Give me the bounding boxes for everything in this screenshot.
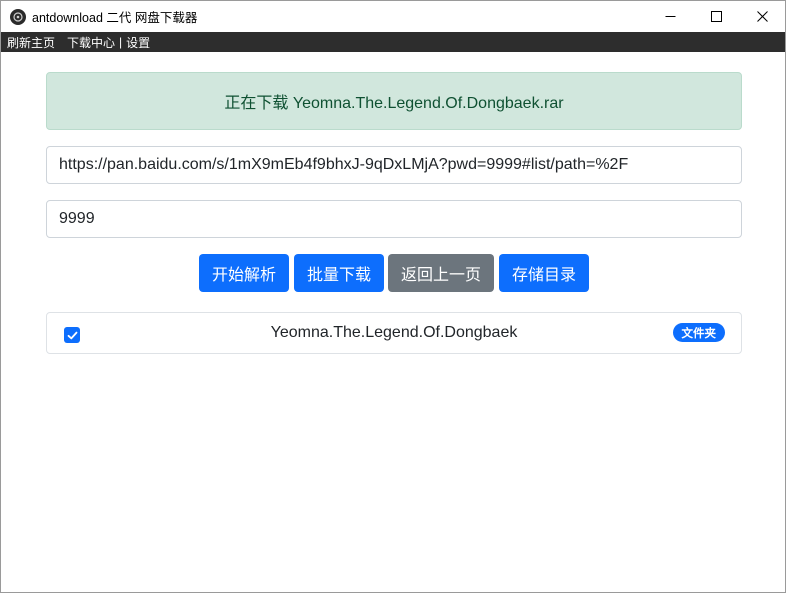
maximize-icon bbox=[710, 11, 722, 22]
app-logo-icon bbox=[10, 8, 26, 25]
minimize-button[interactable] bbox=[647, 1, 693, 32]
start-parse-button[interactable]: 开始解析 bbox=[199, 254, 289, 292]
file-name: Yeomna.The.Legend.Of.Dongbaek bbox=[270, 324, 518, 341]
checkmark-icon bbox=[67, 331, 77, 339]
menu-separator: | bbox=[119, 35, 123, 49]
folder-badge: 文件夹 bbox=[672, 323, 725, 342]
extract-code-input[interactable] bbox=[46, 200, 742, 238]
menu-item-download-center[interactable]: 下载中心 bbox=[67, 34, 115, 51]
title-bar: antdownload 二代 网盘下载器 bbox=[1, 1, 785, 32]
app-window: antdownload 二代 网盘下载器 刷新主页 下载中心 | 设置 正在下载… bbox=[0, 0, 786, 593]
back-button[interactable]: 返回上一页 bbox=[388, 254, 494, 292]
menu-bar: 刷新主页 下载中心 | 设置 bbox=[1, 32, 785, 52]
window-title: antdownload 二代 网盘下载器 bbox=[32, 11, 198, 25]
file-select-checkbox[interactable] bbox=[64, 327, 80, 343]
download-status-text: 正在下载 Yeomna.The.Legend.Of.Dongbaek.rar bbox=[224, 95, 564, 112]
storage-directory-button[interactable]: 存储目录 bbox=[499, 254, 589, 292]
menu-item-refresh-home[interactable]: 刷新主页 bbox=[7, 34, 55, 51]
close-icon bbox=[756, 11, 768, 22]
maximize-button[interactable] bbox=[693, 1, 739, 32]
file-list-item[interactable]: Yeomna.The.Legend.Of.Dongbaek 文件夹 bbox=[46, 312, 742, 354]
close-button[interactable] bbox=[739, 1, 785, 32]
minimize-icon bbox=[665, 16, 675, 17]
share-url-input[interactable] bbox=[46, 146, 742, 184]
menu-item-settings[interactable]: 设置 bbox=[126, 34, 150, 51]
download-status-alert: 正在下载 Yeomna.The.Legend.Of.Dongbaek.rar bbox=[46, 72, 742, 130]
batch-download-button[interactable]: 批量下载 bbox=[294, 254, 384, 292]
window-controls bbox=[647, 1, 785, 32]
